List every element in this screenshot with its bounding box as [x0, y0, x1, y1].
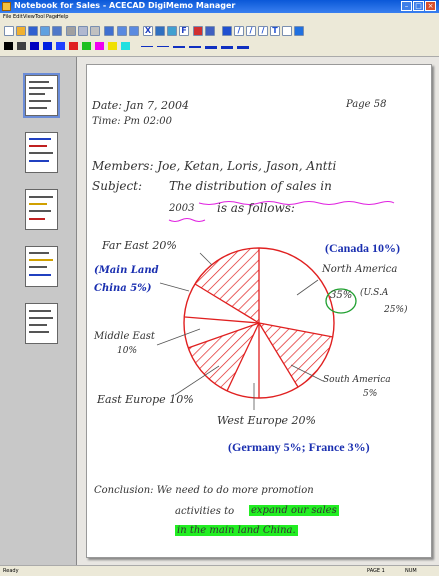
color-swatch-blue[interactable] — [43, 42, 52, 50]
status-text: Ready — [3, 568, 19, 574]
text-tool-icon[interactable]: T — [270, 26, 280, 36]
menu-file[interactable]: File — [3, 14, 11, 20]
typed-germany-france: (Germany 5%; France 3%) — [228, 440, 370, 454]
line-2-icon[interactable]: / — [258, 26, 268, 36]
line-icon[interactable]: / — [246, 26, 256, 36]
label-south-america-pct: 5% — [363, 389, 378, 399]
maximize-button[interactable]: □ — [413, 1, 424, 11]
pencil-icon[interactable]: / — [234, 26, 244, 36]
conclusion-line-2a: activities to — [175, 506, 235, 517]
line-width-7[interactable] — [237, 46, 249, 49]
label-usa-pct: 25%) — [384, 305, 408, 315]
undo-icon[interactable] — [104, 26, 114, 36]
minimize-button[interactable]: – — [401, 1, 412, 11]
menu-bar: File Edit View Tool Page Help — [0, 13, 439, 22]
window-title: Notebook for Sales - ACECAD DigiMemo Man… — [14, 1, 236, 10]
label-middle-east: Middle East — [94, 331, 155, 342]
status-bar: Ready PAGE 1 NUM — [0, 565, 439, 576]
line-width-4[interactable] — [189, 46, 201, 48]
status-page: PAGE 1 — [367, 568, 385, 574]
label-east-europe: East Europe 10% — [97, 393, 194, 406]
menu-tool[interactable]: Tool — [35, 14, 45, 20]
page-thumbnail-5[interactable] — [25, 303, 58, 344]
page-thumbnail-4[interactable] — [25, 246, 58, 287]
paste-icon[interactable] — [90, 26, 100, 36]
page-thumbnails-panel — [0, 57, 77, 565]
highlighter-icon[interactable] — [294, 26, 304, 36]
label-china: China 5%) — [94, 283, 152, 294]
subject-prefix: Subject: — [92, 179, 143, 193]
rectangle-icon[interactable] — [282, 26, 292, 36]
subject-rest: is as follows: — [217, 201, 295, 215]
page-number-note: Page 58 — [346, 99, 387, 110]
color-swatch-yellow[interactable] — [108, 42, 117, 50]
line-width-6[interactable] — [221, 46, 233, 49]
label-north-america-pct: 35% — [330, 290, 353, 301]
page-thumbnail-3[interactable] — [25, 189, 58, 230]
typed-canada: (Canada 10%) — [325, 241, 401, 255]
label-far-east: Far East 20% — [102, 239, 177, 252]
close-button[interactable]: × — [425, 1, 436, 11]
copy-icon[interactable] — [78, 26, 88, 36]
label-usa: (U.S.A — [360, 288, 389, 298]
page-icon[interactable] — [205, 26, 215, 36]
color-swatch-red[interactable] — [69, 42, 78, 50]
color-swatch-bright-blue[interactable] — [56, 42, 65, 50]
conclusion-highlight-1: expand our sales — [249, 505, 339, 516]
open-folder-icon[interactable] — [16, 26, 26, 36]
label-south-america: South America — [323, 375, 391, 385]
time-line: Time: Pm 02:00 — [92, 116, 173, 127]
grid-icon[interactable] — [167, 26, 177, 36]
label-middle-east-pct: 10% — [117, 346, 138, 356]
label-west-europe: West Europe 20% — [217, 414, 316, 427]
line-width-2[interactable] — [157, 46, 169, 47]
save-icon[interactable] — [28, 26, 38, 36]
notebook-page: Date: Jan 7, 2004 Page 58 Time: Pm 02:00… — [86, 64, 432, 558]
label-north-america: North America — [322, 264, 398, 275]
app-icon — [2, 2, 11, 11]
color-swatch-navy[interactable] — [30, 42, 39, 50]
menu-view[interactable]: View — [23, 14, 35, 20]
status-num: NUM — [405, 568, 417, 574]
line-width-3[interactable] — [173, 46, 185, 48]
cut-icon[interactable] — [66, 26, 76, 36]
insert-icon[interactable] — [193, 26, 203, 36]
pen-icon[interactable] — [222, 26, 232, 36]
new-file-icon[interactable] — [4, 26, 14, 36]
color-swatch-green[interactable] — [82, 42, 91, 50]
line-width-5[interactable] — [205, 46, 217, 49]
export-icon[interactable] — [40, 26, 50, 36]
page-thumbnail-2[interactable] — [25, 132, 58, 173]
label-main-land: (Main Land — [94, 265, 159, 276]
color-swatch-black[interactable] — [4, 42, 13, 50]
date-line: Date: Jan 7, 2004 — [92, 99, 190, 112]
page-thumbnail-1[interactable] — [23, 73, 60, 118]
color-swatch-cyan[interactable] — [121, 42, 130, 50]
subject-text: The distribution of sales in — [169, 179, 332, 193]
zoom-out-icon[interactable] — [129, 26, 139, 36]
color-swatch-gray[interactable] — [17, 42, 26, 50]
pie-chart-drawing — [156, 201, 395, 410]
menu-help[interactable]: Help — [57, 14, 68, 20]
title-bar: Notebook for Sales - ACECAD DigiMemo Man… — [0, 0, 439, 13]
members-line: Members: Joe, Ketan, Loris, Jason, Antti — [92, 159, 337, 173]
color-swatch-magenta[interactable] — [95, 42, 104, 50]
conclusion-line-1: Conclusion: We need to do more promotion — [94, 485, 314, 496]
menu-edit[interactable]: Edit — [13, 14, 23, 20]
conclusion-highlight-2: in the main land China. — [175, 525, 298, 536]
delete-icon[interactable]: X — [143, 26, 153, 36]
font-icon[interactable]: F — [179, 26, 189, 36]
line-width-1[interactable] — [141, 46, 153, 47]
image-icon[interactable] — [155, 26, 165, 36]
print-icon[interactable] — [52, 26, 62, 36]
zoom-in-icon[interactable] — [117, 26, 127, 36]
toolbar: X F / / / T — [0, 22, 439, 57]
subject-year: 2003 — [169, 203, 195, 214]
